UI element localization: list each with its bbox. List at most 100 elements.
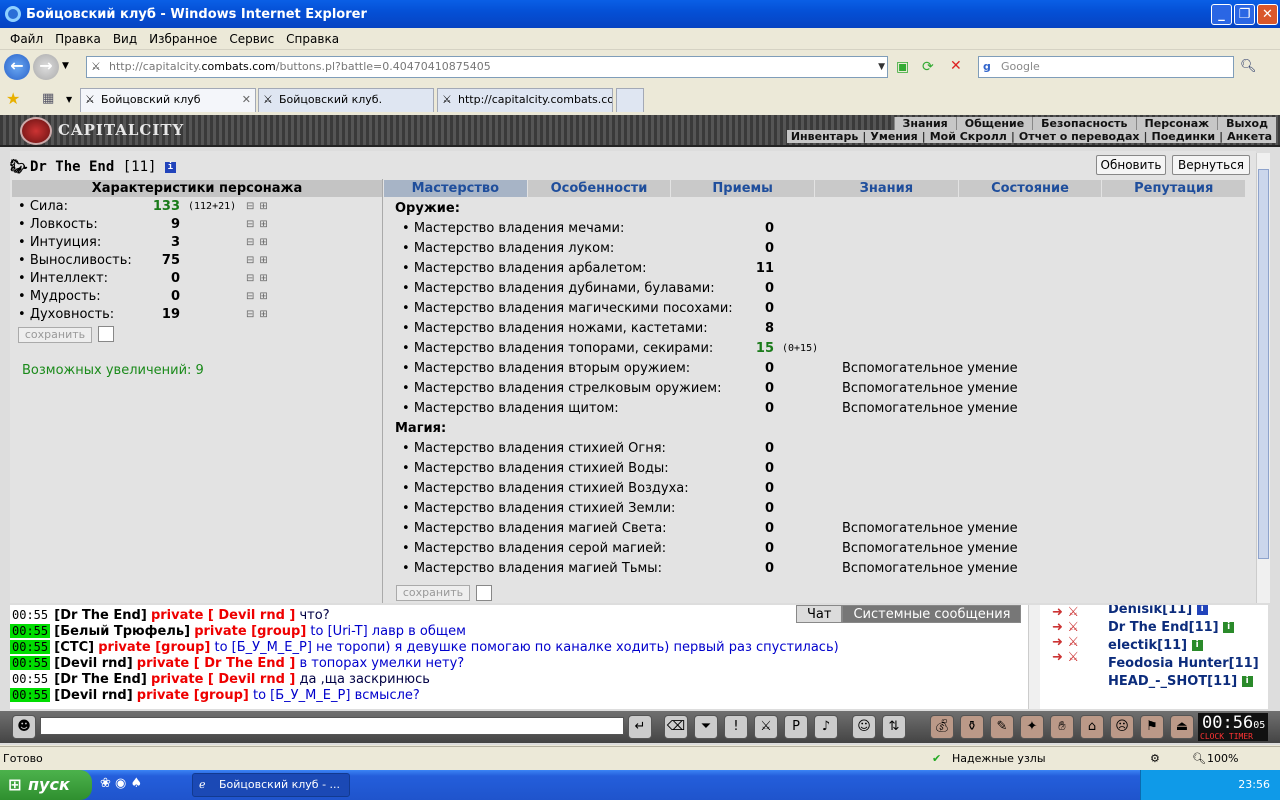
new-tab-button[interactable] (616, 88, 644, 112)
magic-icon[interactable]: ✦ (1020, 715, 1044, 739)
refresh-button[interactable]: Обновить (1096, 155, 1166, 175)
stat-minus-plus-icon[interactable]: ⊟⊞ (246, 216, 273, 234)
user-name[interactable]: Feodosia Hunter (1108, 656, 1229, 671)
nav-profile[interactable]: Анкета (1223, 130, 1276, 143)
nav-communication[interactable]: Общение (955, 117, 1032, 130)
tab-2[interactable]: ⚔ Бойцовский клуб. (258, 88, 434, 112)
nav-battles[interactable]: Поединки (1148, 130, 1220, 143)
nav-security[interactable]: Безопасность (1032, 117, 1135, 130)
page-scrollbar[interactable] (1256, 153, 1270, 603)
tab-mastery[interactable]: Мастерство (384, 180, 528, 197)
stat-minus-plus-icon[interactable]: ⊟⊞ (246, 288, 273, 306)
msg-private[interactable]: private [ Devil rnd ] (151, 608, 295, 623)
user-name[interactable]: Dr The End (1108, 620, 1189, 635)
msg-private[interactable]: private [ Devil rnd ] (151, 672, 295, 687)
nav-knowledge[interactable]: Знания (893, 117, 956, 130)
fight-icon[interactable]: ⚔ (754, 715, 778, 739)
scroll2-icon[interactable]: ✎ (990, 715, 1014, 739)
nav-transfer-report[interactable]: Отчет о переводах (1015, 130, 1144, 143)
history-dropdown-icon[interactable]: ▼ (62, 61, 69, 71)
taskbar-task[interactable]: ℯ Бойцовский клуб - ... (192, 773, 350, 797)
msg-private[interactable]: private [group] (137, 688, 249, 703)
zoom-icon[interactable]: 🔍︎ (1192, 747, 1206, 771)
tab-close-icon[interactable]: ✕ (242, 89, 251, 111)
send-icon[interactable]: ↵ (628, 715, 652, 739)
save-skills-button[interactable]: сохранить (396, 585, 470, 601)
menu-view[interactable]: Вид (107, 32, 143, 46)
forward-arrow-icon[interactable]: → (33, 54, 59, 80)
stat-minus-plus-icon[interactable]: ⊟⊞ (246, 252, 273, 270)
user-info-icon[interactable]: i (1241, 676, 1253, 687)
filter-icon[interactable]: ⏷ (694, 715, 718, 739)
user-item[interactable]: Feodosia Hunter[11] (1108, 655, 1259, 673)
tab-list-icon[interactable]: ▼ (66, 95, 72, 104)
menu-favorites[interactable]: Избранное (143, 32, 223, 46)
menu-tools[interactable]: Сервис (223, 32, 280, 46)
chat-tab[interactable]: Чат (796, 605, 843, 623)
zoom-text[interactable]: 100% (1207, 747, 1238, 771)
stop-icon[interactable]: ✕ (950, 58, 962, 74)
menu-edit[interactable]: Правка (49, 32, 107, 46)
hand-icon[interactable]: ✋︎ (1050, 715, 1074, 739)
mask-icon[interactable]: ☹ (1110, 715, 1134, 739)
chat-scrollbar[interactable] (1028, 605, 1040, 709)
msg-private[interactable]: private [group] (98, 640, 210, 655)
save-stats-button[interactable]: сохранить (18, 327, 92, 343)
menu-help[interactable]: Справка (280, 32, 345, 46)
user-info-icon[interactable]: i (1196, 605, 1208, 615)
quick-tabs-icon[interactable]: ▦ (42, 91, 54, 106)
exit-icon[interactable]: ⏏ (1170, 715, 1194, 739)
notice-icon[interactable]: ! (724, 715, 748, 739)
tab-state[interactable]: Состояние (959, 180, 1103, 197)
stat-minus-plus-icon[interactable]: ⊟⊞ (246, 270, 273, 288)
tab-features[interactable]: Особенности (528, 180, 672, 197)
tab-reputation[interactable]: Репутация (1102, 180, 1247, 197)
nav-my-scroll[interactable]: Мой Скролл (926, 130, 1011, 143)
start-button[interactable]: ⊞ пуск (0, 770, 92, 800)
tab-techniques[interactable]: Приемы (671, 180, 816, 197)
msg-private[interactable]: private [group] (194, 624, 306, 639)
stats-checkbox[interactable] (98, 326, 114, 342)
maximize-button[interactable]: ❐ (1234, 4, 1255, 25)
user-item[interactable]: HEAD_-_SHOT[11] i (1108, 673, 1253, 691)
system-messages-tab[interactable]: Системные сообщения (842, 605, 1022, 623)
user-item[interactable]: Dr The End[11] i (1108, 619, 1235, 637)
favorites-star-icon[interactable]: ★ (6, 89, 20, 108)
chat-options-icon[interactable]: ☻ (12, 715, 36, 739)
tray-clock[interactable]: 23:56 (1238, 778, 1270, 791)
refresh-icon[interactable]: ⟳ (922, 59, 934, 75)
user-info-icon[interactable]: i (1191, 640, 1203, 651)
user-item[interactable]: electik[11] i (1108, 637, 1203, 655)
clear-icon[interactable]: ⌫ (664, 715, 688, 739)
minimize-button[interactable]: _ (1211, 4, 1232, 25)
character-name[interactable]: Dr The End (30, 159, 114, 175)
skills-checkbox[interactable] (476, 585, 492, 601)
house-icon[interactable]: ⌂ (1080, 715, 1104, 739)
nav-inventory[interactable]: Инвентарь (787, 130, 862, 143)
nav-exit[interactable]: Выход (1217, 117, 1276, 130)
bag-icon[interactable]: 💰︎ (930, 715, 954, 739)
url-field[interactable]: ⚔ http://capitalcity.combats.com/buttons… (86, 56, 888, 78)
back-button[interactable]: Вернуться (1172, 155, 1250, 175)
sound-icon[interactable]: ♪ (814, 715, 838, 739)
msg-nick[interactable]: [Devil rnd] (54, 688, 132, 703)
tab-3[interactable]: ⚔ http://capitalcity.combats.co... (437, 88, 613, 112)
protected-mode-icon[interactable]: ⚙ (1150, 747, 1160, 771)
search-icon[interactable]: 🔍︎ (1240, 59, 1257, 74)
msg-nick[interactable]: [Devil rnd] (54, 656, 132, 671)
nav-character[interactable]: Персонаж (1135, 117, 1218, 130)
user-name[interactable]: HEAD_-_SHOT (1108, 674, 1207, 689)
menu-file[interactable]: Файл (4, 32, 49, 46)
stat-minus-plus-icon[interactable]: ⊟⊞ (246, 306, 273, 324)
scrollbar-thumb[interactable] (1258, 169, 1269, 559)
stat-minus-plus-icon[interactable]: ⊟⊞ (246, 234, 273, 252)
compat-view-icon[interactable]: ▣ (896, 59, 909, 75)
search-input[interactable]: g Google (978, 56, 1234, 78)
quicklaunch-icons[interactable]: ❀ ◉ ♠ (100, 776, 142, 791)
scroll-icon[interactable]: ⇅ (882, 715, 906, 739)
close-button[interactable]: ✕ (1257, 4, 1278, 25)
nav-skills[interactable]: Умения (866, 130, 921, 143)
info-icon[interactable]: i (164, 161, 176, 173)
msg-nick[interactable]: [СТС] (54, 640, 94, 655)
chat-input[interactable] (40, 717, 624, 735)
